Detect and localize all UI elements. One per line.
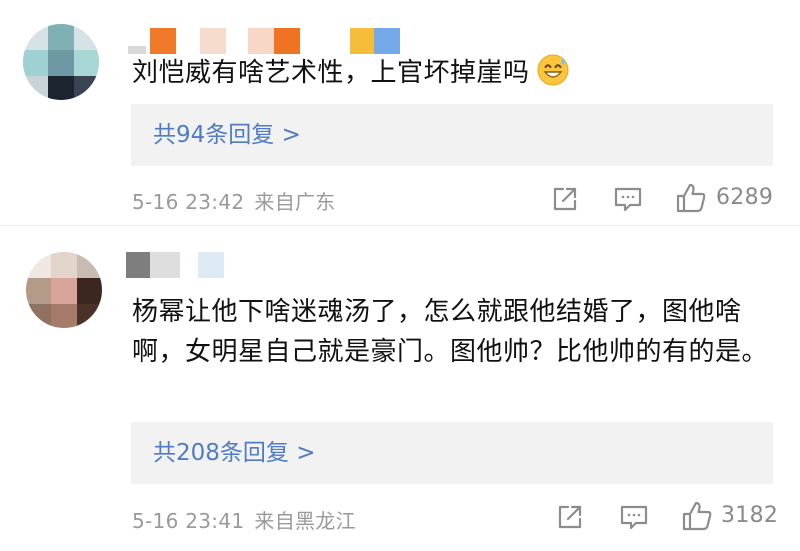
comment-meta: 5-16 23:41 来自黑龙江 xyxy=(132,505,356,534)
comment-icon xyxy=(620,505,648,530)
location: 来自广东 xyxy=(254,190,336,214)
timestamp: 5-16 23:41 xyxy=(132,509,245,533)
thumbs-up-icon xyxy=(682,501,712,531)
comment-meta: 5-16 23:42 来自广东 xyxy=(132,186,336,215)
grinning-sweat-emoji-icon xyxy=(537,54,569,86)
comment-text: 杨幂让他下啥迷魂汤了，怎么就跟他结婚了，图他啥啊，女明星自己就是豪门。图他帅？比… xyxy=(132,297,769,367)
comment-item: 刘恺威有啥艺术性，上官坏掉崖吗 共94条回复 > 5-16 23:42 来自广东 xyxy=(0,0,800,226)
comment-button[interactable] xyxy=(613,184,643,214)
thumbs-up-icon xyxy=(676,183,706,213)
username-redacted[interactable] xyxy=(126,252,226,278)
like-count: 3182 xyxy=(721,503,779,528)
avatar[interactable] xyxy=(26,252,102,328)
avatar[interactable] xyxy=(23,24,99,100)
comment-button[interactable] xyxy=(619,502,649,532)
share-icon xyxy=(558,505,582,529)
username-redacted[interactable] xyxy=(128,28,403,54)
view-replies-button[interactable]: 共94条回复 > xyxy=(131,104,773,166)
like-button[interactable] xyxy=(681,500,713,532)
view-replies-button[interactable]: 共208条回复 > xyxy=(131,422,773,484)
like-button[interactable] xyxy=(675,182,707,214)
timestamp: 5-16 23:42 xyxy=(132,190,245,214)
location: 来自黑龙江 xyxy=(254,509,356,533)
share-button[interactable] xyxy=(555,502,585,532)
comment-item: 杨幂让他下啥迷魂汤了，怎么就跟他结婚了，图他啥啊，女明星自己就是豪门。图他帅？比… xyxy=(0,226,800,551)
share-button[interactable] xyxy=(550,184,580,214)
comment-text: 刘恺威有啥艺术性，上官坏掉崖吗 xyxy=(132,53,768,93)
share-icon xyxy=(553,187,577,211)
comment-icon xyxy=(614,187,642,212)
like-count: 6289 xyxy=(716,185,774,210)
